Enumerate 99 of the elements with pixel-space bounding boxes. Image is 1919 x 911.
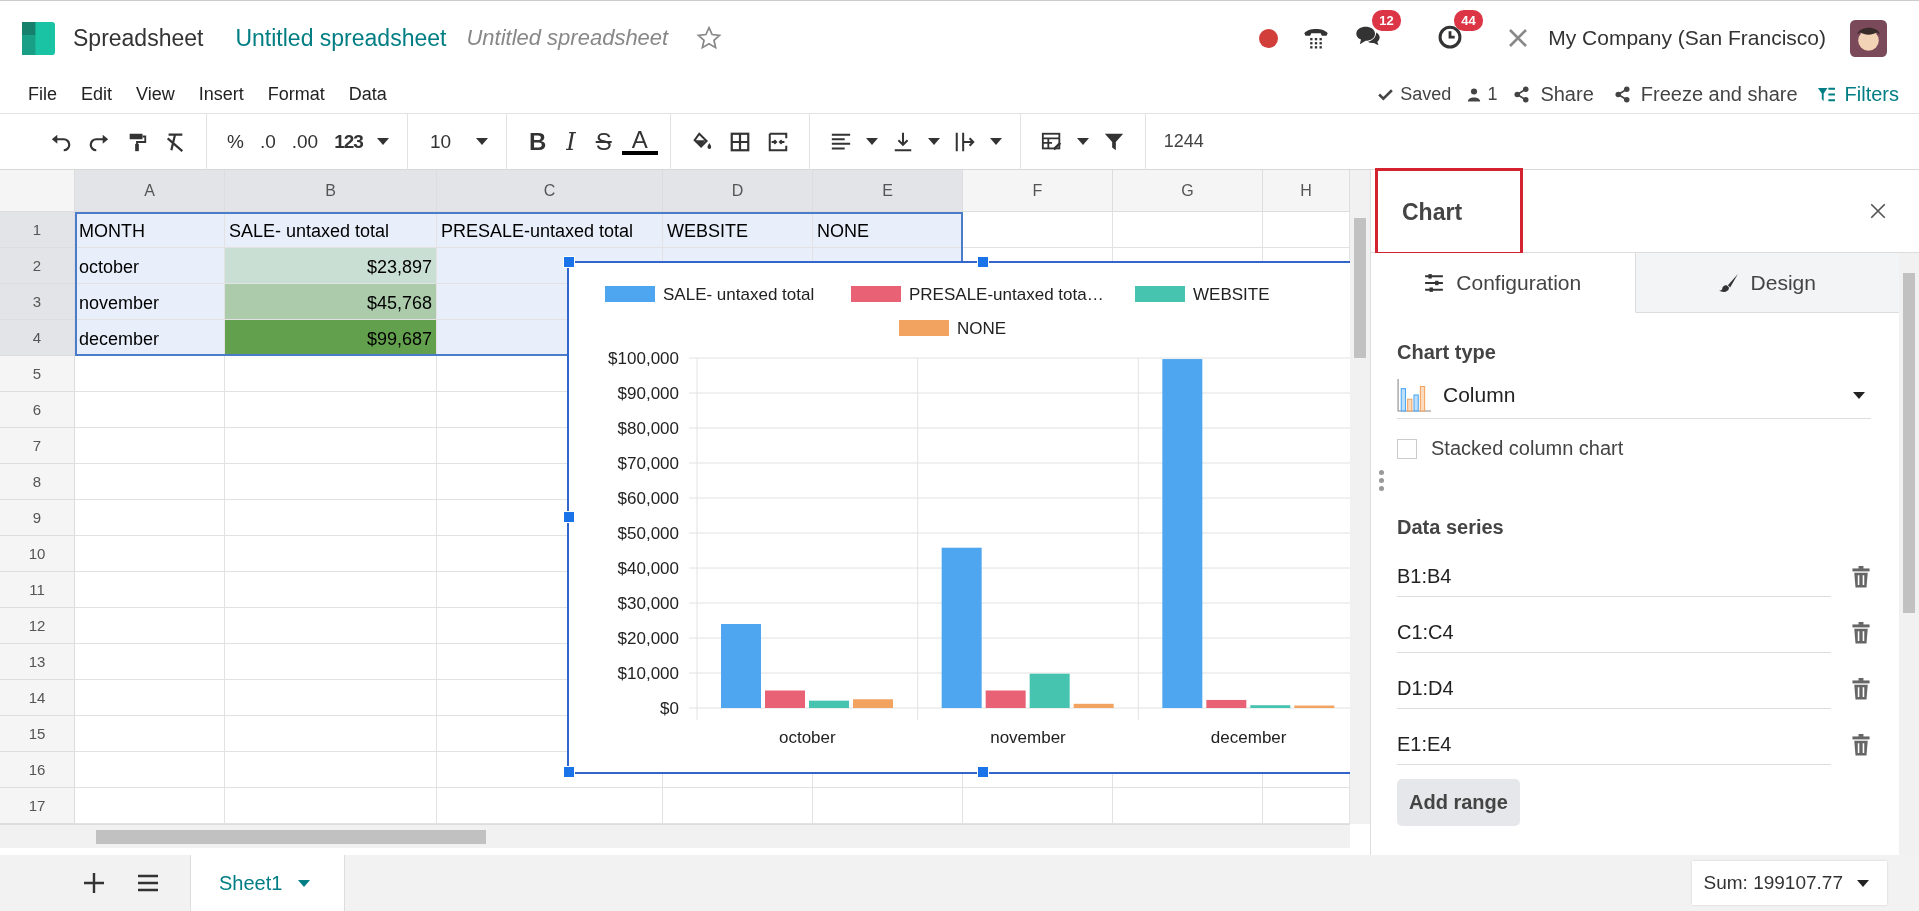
stacked-checkbox[interactable]: Stacked column chart [1397,437,1871,460]
breadcrumb-link[interactable]: Untitled spreadsheet [235,24,447,52]
row-header[interactable]: 7 [0,428,75,464]
menu-item[interactable]: Edit [81,83,113,105]
number-format-button[interactable]: 123 [326,130,371,153]
sheet-col-letter[interactable]: E [813,170,963,212]
y-axis-label: $0 [660,699,679,718]
legend-item[interactable]: NONE [899,319,1007,338]
checkbox-label: Stacked column chart [1431,437,1624,460]
freeze-and-share-button[interactable]: Freeze and share [1613,82,1798,106]
legend-label: PRESALE-untaxed tota… [909,285,1104,304]
menu-item[interactable]: View [136,83,175,105]
sheet-col-letter[interactable]: F [963,170,1113,212]
y-axis-label: $50,000 [617,524,679,543]
number-format-button[interactable]: % [219,130,252,153]
row-header[interactable]: 2 [0,248,75,284]
row-header[interactable]: 5 [0,356,75,392]
legend-item[interactable]: WEBSITE [1135,285,1270,304]
table-cell[interactable]: NONE [813,212,963,248]
number-format-button[interactable]: .00 [283,130,327,153]
text-style-button[interactable]: I [556,127,586,156]
sheet-col-letter[interactable]: D [663,170,813,212]
legend-item[interactable]: PRESALE-untaxed tota… [851,285,1104,304]
x-axis-label: november [990,728,1066,747]
range-input[interactable]: E1:E4 [1397,725,1831,765]
row-header[interactable]: 3 [0,284,75,320]
sheet-col-letter[interactable]: A [75,170,225,212]
row-header[interactable]: 16 [0,752,75,788]
y-axis-label: $90,000 [617,384,679,403]
table-cell[interactable]: $45,768 [225,284,437,320]
filters-button[interactable]: Filters [1817,82,1899,106]
y-axis-label: $20,000 [617,629,679,648]
chart-overlay[interactable]: SALE- untaxed total PRESALE-untaxed tota… WEBSITE NONE $0 $10,000 $20,000 $30,000 $40,000 $50,000 $60,000 $70,000 $80,000 $90,000 $100,000 october november december [567,261,1350,774]
table-cell[interactable]: MONTH [75,212,225,248]
y-axis-label: $40,000 [617,559,679,578]
row-header[interactable]: 11 [0,572,75,608]
table-cell[interactable]: WEBSITE [663,212,813,248]
y-axis-label: $60,000 [617,489,679,508]
table-cell[interactable]: $23,897 [225,248,437,284]
text-style-button[interactable]: S [585,127,622,156]
row-header[interactable]: 17 [0,788,75,824]
company-switcher[interactable]: My Company (San Francisco) [1548,26,1826,50]
menu-item[interactable]: Insert [198,83,244,105]
add-range-button[interactable]: Add range [1397,779,1520,826]
user-count: 1 [1487,83,1498,105]
chart-type-dropdown[interactable]: Column [1397,372,1871,419]
legend-label: WEBSITE [1193,285,1270,304]
aggregate-dropdown[interactable]: Sum: 199107.77 [1691,861,1887,905]
sheet-tab[interactable]: Sheet1 [190,855,346,911]
row-header[interactable]: 14 [0,680,75,716]
x-axis-label: december [1210,728,1287,747]
sheet-col-letter[interactable]: B [225,170,437,212]
table-cell[interactable]: october [75,248,225,284]
row-header[interactable]: 15 [0,716,75,752]
y-axis-label: $100,000 [608,349,679,368]
menu-item[interactable]: Data [348,83,387,105]
sheet-col-letter[interactable]: H [1263,170,1350,212]
legend-label: SALE- untaxed total [663,285,815,304]
row-header[interactable]: 8 [0,464,75,500]
y-axis-label: $70,000 [617,454,679,473]
legend-label: NONE [957,319,1007,338]
menu-item[interactable]: Format [267,83,325,105]
y-axis-label: $30,000 [617,594,679,613]
activity-count-badge: 44 [1454,10,1483,31]
row-header[interactable]: 9 [0,500,75,536]
row-header[interactable]: 12 [0,608,75,644]
range-input[interactable]: B1:B4 [1397,557,1831,597]
x-axis-label: october [779,728,836,747]
font-size-dropdown[interactable]: 10 [419,129,470,154]
sheet-col-letter[interactable]: G [1113,170,1263,212]
table-cell[interactable]: november [75,284,225,320]
legend-item[interactable]: SALE- untaxed total [605,285,815,304]
range-input[interactable]: D1:D4 [1397,669,1831,709]
row-header[interactable]: 13 [0,644,75,680]
row-header[interactable]: 4 [0,320,75,356]
table-cell[interactable]: $99,687 [225,320,437,356]
range-input[interactable]: C1:C4 [1397,613,1831,653]
saved-status: Saved [1400,83,1452,105]
number-format-button[interactable]: .0 [251,130,284,153]
app-name[interactable]: Spreadsheet [73,24,204,52]
sheet-col-letter[interactable]: C [437,170,663,212]
document-name-field[interactable]: Untitled spreadsheet [466,25,669,51]
table-cell[interactable]: SALE- untaxed total [225,212,437,248]
section-label: Data series [1397,516,1505,539]
share-button[interactable]: Share [1513,82,1594,106]
row-header[interactable]: 6 [0,392,75,428]
formula-field[interactable]: 1244 [1163,131,1204,152]
menu-item[interactable]: File [28,83,57,105]
table-cell[interactable]: december [75,320,225,356]
message-count-badge: 12 [1372,10,1401,31]
section-label: Chart type [1397,341,1497,364]
text-style-button[interactable]: A [621,128,658,155]
row-header[interactable]: 10 [0,536,75,572]
text-style-button[interactable]: B [518,127,557,156]
panel-tab[interactable]: Design [1635,253,1899,313]
y-axis-label: $10,000 [617,664,679,683]
row-header[interactable]: 1 [0,212,75,248]
y-axis-label: $80,000 [617,419,679,438]
table-cell[interactable]: PRESALE-untaxed total [437,212,663,248]
